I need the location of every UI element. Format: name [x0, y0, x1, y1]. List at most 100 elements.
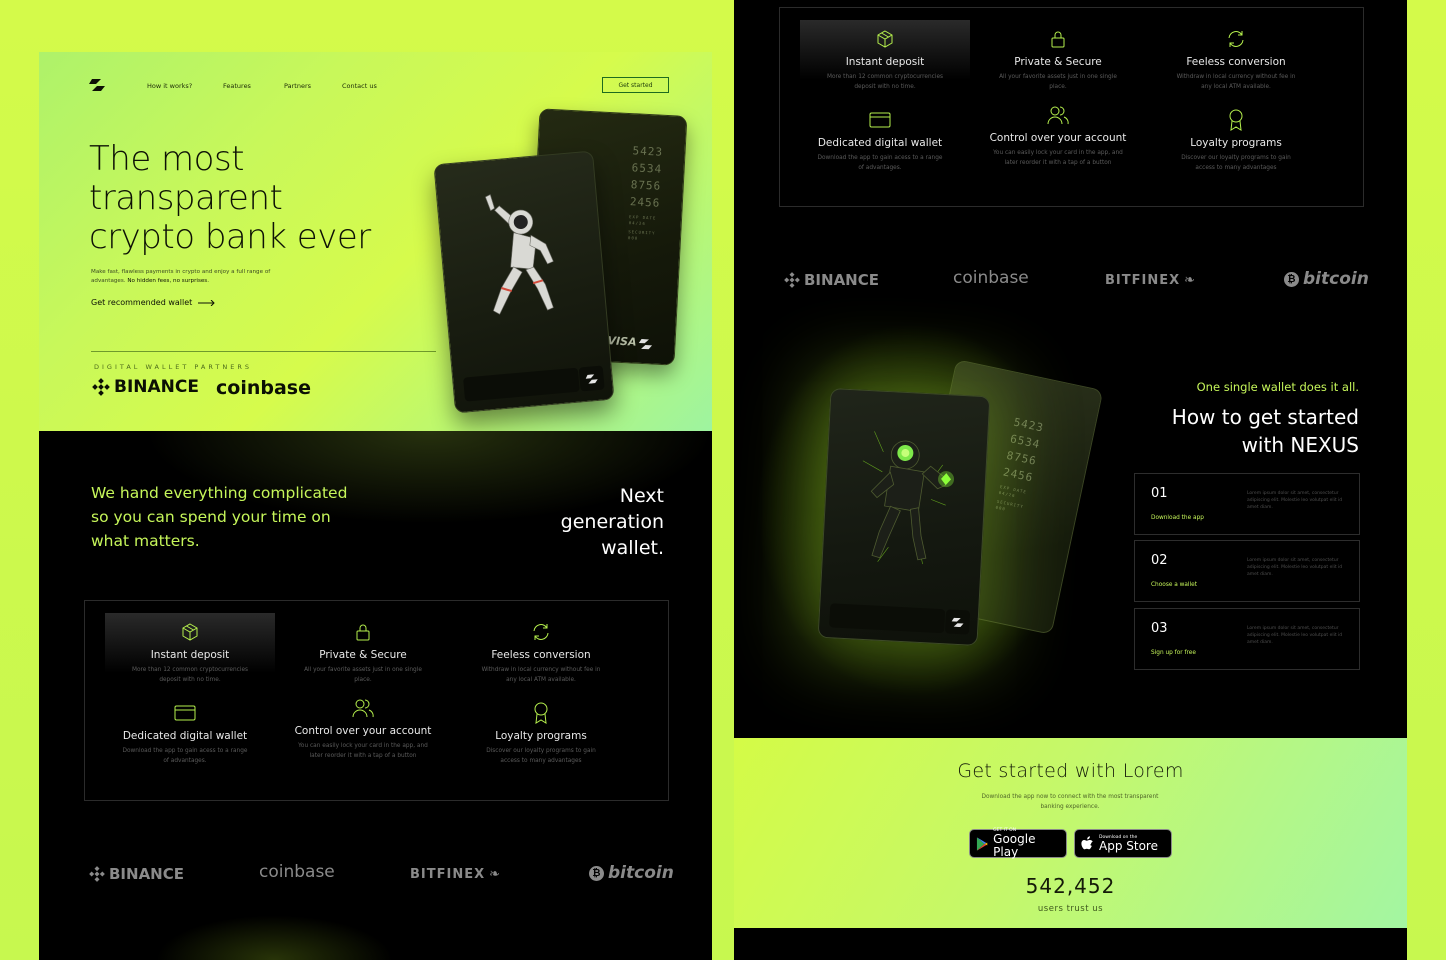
card-number: 8756 — [630, 178, 662, 193]
logo-icon — [638, 338, 653, 350]
how-tagline: One single wallet does it all. — [1196, 380, 1359, 394]
app-store-button[interactable]: Download on the App Store — [1074, 829, 1172, 858]
google-play-big: Google Play — [993, 832, 1036, 859]
feature-title: Control over your account — [989, 132, 1127, 144]
badge-icon — [1229, 109, 1243, 131]
logo-icon[interactable] — [89, 79, 105, 91]
bitfinex-logo: BITFINEX ❧ — [410, 867, 501, 882]
step-card[interactable]: 01 Download the app Lorem ipsum dolor si… — [1134, 473, 1360, 535]
feature-desc: Download the app to gain acess to a rang… — [817, 155, 943, 171]
card-security: SECURITY 000 — [627, 229, 656, 241]
binance-icon — [784, 272, 800, 288]
coinbase-logo: coinbase — [953, 268, 1029, 288]
lock-icon — [356, 624, 370, 641]
refresh-icon — [1228, 31, 1244, 47]
cta-subtitle: Download the app now to connect with the… — [981, 794, 1159, 810]
leaf-icon: ❧ — [1184, 273, 1197, 288]
step-label: Sign up for free — [1151, 650, 1196, 656]
hero-title: The most transparent crypto bank ever — [89, 140, 449, 257]
how-title-line: How to get started — [1171, 405, 1359, 429]
card-logo-badge — [578, 365, 605, 392]
feature-feeless-conversion: Feeless conversion Withdraw in local cur… — [456, 621, 626, 685]
nav-partners[interactable]: Partners — [284, 82, 311, 90]
recommended-wallet-link[interactable]: Get recommended wallet — [91, 298, 216, 307]
features-grid: Instant deposit More than 12 common cryp… — [84, 600, 669, 801]
google-play-button[interactable]: GET IT ON Google Play — [969, 828, 1067, 859]
hero-title-line: The most — [89, 139, 245, 179]
feature-private-secure: Private & Secure All your favorite asset… — [973, 28, 1143, 92]
features-grid: Instant deposit More than 12 common cryp… — [779, 7, 1364, 207]
step-card[interactable]: 03 Sign up for free Lorem ipsum dolor si… — [1134, 608, 1360, 670]
card-number: 6534 — [631, 161, 663, 176]
get-started-button[interactable]: Get started — [602, 77, 669, 93]
feature-desc: Discover our loyalty programs to gain ac… — [1181, 155, 1291, 171]
step-number: 02 — [1151, 553, 1168, 568]
coinbase-text: coinbase — [259, 862, 335, 882]
partners-label: DIGITAL WALLET PARTNERS — [94, 363, 252, 371]
bitfinex-logo: BITFINEX ❧ — [1105, 273, 1196, 288]
nav-how-it-works[interactable]: How it works? — [147, 82, 192, 90]
feature-title: Instant deposit — [150, 649, 230, 661]
bitcoin-text: bitcoin — [608, 863, 674, 883]
feature-feeless-conversion: Feeless conversion Withdraw in local cur… — [1151, 28, 1321, 92]
feature-desc: All your favorite assets just in one sin… — [999, 74, 1117, 90]
lock-icon — [1051, 31, 1065, 48]
binance-icon — [89, 866, 105, 882]
card-icon — [174, 705, 196, 721]
badge-icon — [534, 702, 548, 724]
nav-contact[interactable]: Contact us — [342, 82, 377, 90]
download-cta-section: Get started with Lorem Download the app … — [734, 738, 1407, 928]
visa-logo: VISA — [607, 334, 637, 349]
landing-page-left: How it works? Features Partners Contact … — [39, 52, 712, 960]
feature-account-control: Control over your account You can easily… — [278, 697, 448, 761]
bitfinex-text: BITFINEX — [1105, 273, 1181, 288]
hero-section: How it works? Features Partners Contact … — [39, 52, 712, 431]
how-title: How to get started with NEXUS — [1099, 403, 1359, 459]
bitcoin-text: bitcoin — [1303, 269, 1369, 289]
astronaut-illustration — [485, 194, 554, 315]
next-gen-heading: Next generation wallet. — [484, 483, 664, 561]
logo-icon — [951, 617, 964, 627]
feature-desc: More than 12 common cryptocurrencies dep… — [826, 74, 944, 90]
card-chip-strip — [829, 603, 946, 634]
card-exp: EXP DATE 04/26 — [628, 214, 657, 227]
feature-title: Control over your account — [294, 725, 432, 737]
cube-icon — [877, 30, 893, 48]
landing-page-right: Instant deposit More than 12 common cryp… — [734, 0, 1407, 960]
feature-desc: More than 12 common cryptocurrencies dep… — [131, 667, 249, 683]
users-icon — [352, 699, 374, 718]
card-logo-badge — [944, 609, 971, 635]
nav-features[interactable]: Features — [223, 82, 251, 90]
hero-title-line: crypto bank ever — [89, 217, 371, 257]
feature-title: Feeless conversion — [1186, 56, 1286, 68]
hero-subtitle: Make fast, flawless payments in crypto a… — [91, 268, 271, 286]
bitcoin-icon: ₿ — [1284, 271, 1299, 287]
binance-text: BINANCE — [109, 865, 184, 883]
feature-loyalty: Loyalty programs Discover our loyalty pr… — [1151, 109, 1321, 173]
tagline: We hand everything complicated so you ca… — [91, 484, 348, 550]
user-count: 542,452 — [1025, 874, 1116, 898]
leaf-icon: ❧ — [489, 867, 502, 882]
step-desc: Lorem ipsum dolor sit amet, consectetur … — [1247, 491, 1343, 510]
users-icon — [1047, 106, 1069, 125]
cta-title: Get started with Lorem — [957, 760, 1184, 782]
card-numbers: 5423 6534 8756 2456 EXP DATE 04/26 SECUR… — [628, 142, 665, 243]
logo-icon — [585, 373, 598, 384]
step-desc: Lorem ipsum dolor sit amet, consectetur … — [1247, 626, 1343, 645]
refresh-icon — [533, 624, 549, 640]
card-icon — [869, 112, 891, 128]
astronaut-glow-illustration — [862, 431, 955, 565]
step-desc: Lorem ipsum dolor sit amet, consectetur … — [1247, 558, 1343, 577]
feature-desc: Withdraw in local currency without fee i… — [481, 667, 601, 683]
feature-desc: You can easily lock your card in the app… — [993, 150, 1123, 166]
card-number: 5423 — [632, 144, 664, 159]
feature-instant-deposit: Instant deposit More than 12 common cryp… — [800, 20, 970, 90]
feature-title: Dedicated digital wallet — [817, 137, 943, 149]
step-card[interactable]: 02 Choose a wallet Lorem ipsum dolor sit… — [1134, 540, 1360, 602]
hero-title-line: transparent — [89, 178, 283, 218]
bitcoin-logo: ₿ bitcoin — [589, 863, 674, 883]
user-count-label: users trust us — [1037, 904, 1104, 914]
feature-title: Loyalty programs — [1190, 137, 1282, 149]
bitcoin-icon: ₿ — [589, 865, 604, 881]
recommended-wallet-label: Get recommended wallet — [91, 298, 193, 307]
